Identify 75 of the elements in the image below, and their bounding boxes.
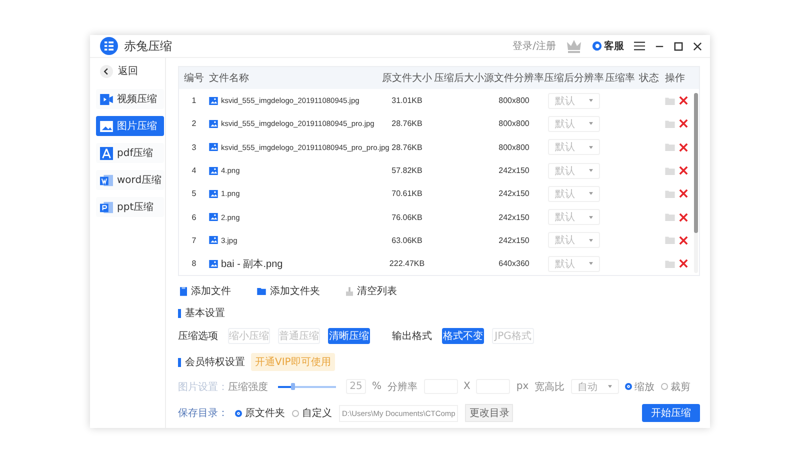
resolution-select[interactable]: 默认 — [548, 186, 600, 202]
resolution-select[interactable]: 默认 — [548, 116, 600, 132]
table-cell-text: 5 — [190, 189, 198, 198]
table-cell-text: 63.06KB — [390, 236, 424, 245]
table-cell-text: 1 — [190, 96, 198, 106]
table-cell-text: 31.01KB — [390, 96, 424, 106]
table-cell-text: 4 — [190, 166, 198, 176]
table-cell-text: 800x800 — [498, 96, 530, 106]
toolbar-button[interactable]: 添加文件夹 — [257, 284, 320, 298]
table-cell-text: 800x800 — [498, 119, 530, 128]
resolution-select[interactable]: 默认 — [548, 162, 600, 179]
column-header: 原文件大小 — [381, 72, 433, 85]
toolbar-button[interactable]: 添加文件 — [180, 284, 231, 298]
table-cell-text: 242x150 — [498, 236, 530, 245]
column-header: 操作 — [664, 72, 686, 85]
sidebar-item[interactable]: pdf压缩 — [96, 143, 164, 163]
change-folder-button[interactable]: 更改目录 — [465, 404, 514, 422]
resolution-select[interactable]: 默认 — [548, 256, 600, 272]
column-header: 状态 — [638, 72, 660, 85]
column-header: 压缩率 — [604, 72, 636, 85]
table-cell-text: 6 — [190, 212, 198, 222]
table-cell-text: 28.76KB — [390, 119, 424, 128]
table-cell-text: 222.47KB — [388, 259, 426, 268]
setting-label: 分辨率 — [388, 380, 418, 394]
table-cell-text: 242x150 — [498, 189, 530, 198]
table-cell-text: 2 — [190, 119, 198, 128]
resolution-select[interactable]: 默认 — [548, 92, 600, 109]
vip-badge: 开通VIP即可使用 — [251, 353, 335, 371]
toolbar-button[interactable]: 清空列表 — [346, 284, 397, 298]
option-button[interactable]: 普通压缩 — [278, 328, 320, 344]
sidebar-item[interactable]: 视频压缩 — [96, 89, 164, 109]
table-cell-text: 7 — [190, 236, 198, 245]
setting-label: 压缩强度 — [228, 380, 268, 394]
column-header: 压缩后大小 — [434, 72, 484, 85]
times-label: X — [464, 381, 470, 392]
save-radio[interactable]: 自定义 — [292, 406, 332, 420]
option-button[interactable]: 清晰压缩 — [328, 328, 370, 344]
app-title: 赤兔压缩 — [124, 38, 172, 54]
column-header: 压缩后分辨率 — [544, 72, 604, 85]
option-label: 压缩选项 — [178, 330, 218, 343]
table-cell-text: 70.61KB — [390, 189, 424, 198]
option-button[interactable]: 格式不变 — [442, 328, 484, 344]
table-cell-text: 242x150 — [498, 166, 530, 176]
sidebar-item[interactable]: ppt压缩 — [96, 197, 164, 217]
resolution-select[interactable]: 默认 — [548, 139, 600, 156]
column-header: 编号 — [183, 72, 205, 85]
resolution-select[interactable]: 默认 — [548, 209, 600, 226]
support-button[interactable]: 客服 — [592, 39, 624, 53]
table-cell-text: 3 — [190, 142, 198, 152]
option-label: 输出格式 — [392, 330, 432, 343]
table-cell-text: 8 — [190, 259, 198, 268]
table-cell-text: 800x800 — [498, 142, 530, 152]
column-header: 源文件分辨率 — [484, 72, 544, 85]
option-button[interactable]: JPG格式 — [492, 328, 534, 344]
save-label: 保存目录： — [178, 407, 228, 420]
table-cell-text: 76.06KB — [390, 212, 424, 222]
table-cell-text: 57.82KB — [390, 166, 424, 176]
option-button[interactable]: 缩小压缩 — [228, 328, 270, 344]
table-cell-text: 640x360 — [498, 259, 530, 268]
login-link[interactable]: 登录/注册 — [512, 39, 556, 53]
unit-label: % — [372, 381, 382, 392]
sidebar-item[interactable]: 图片压缩 — [96, 116, 164, 136]
column-header: 文件名称 — [208, 72, 250, 85]
section-title: 会员特权设置 — [185, 356, 245, 369]
table-cell-text: 242x150 — [498, 212, 530, 222]
section-title: 基本设置 — [185, 306, 225, 320]
start-button[interactable]: 开始压缩 — [642, 404, 700, 422]
file-name: bai - 副本.png — [221, 258, 283, 271]
setting-label: 宽高比 — [534, 380, 565, 394]
setting-label: 图片设置： — [178, 380, 228, 394]
resolution-select[interactable]: 默认 — [548, 232, 600, 248]
back-button[interactable]: 返回 — [100, 64, 165, 78]
save-radio[interactable]: 原文件夹 — [235, 406, 285, 420]
sidebar-item[interactable]: word压缩 — [96, 170, 164, 190]
unit-label: px — [516, 381, 529, 392]
